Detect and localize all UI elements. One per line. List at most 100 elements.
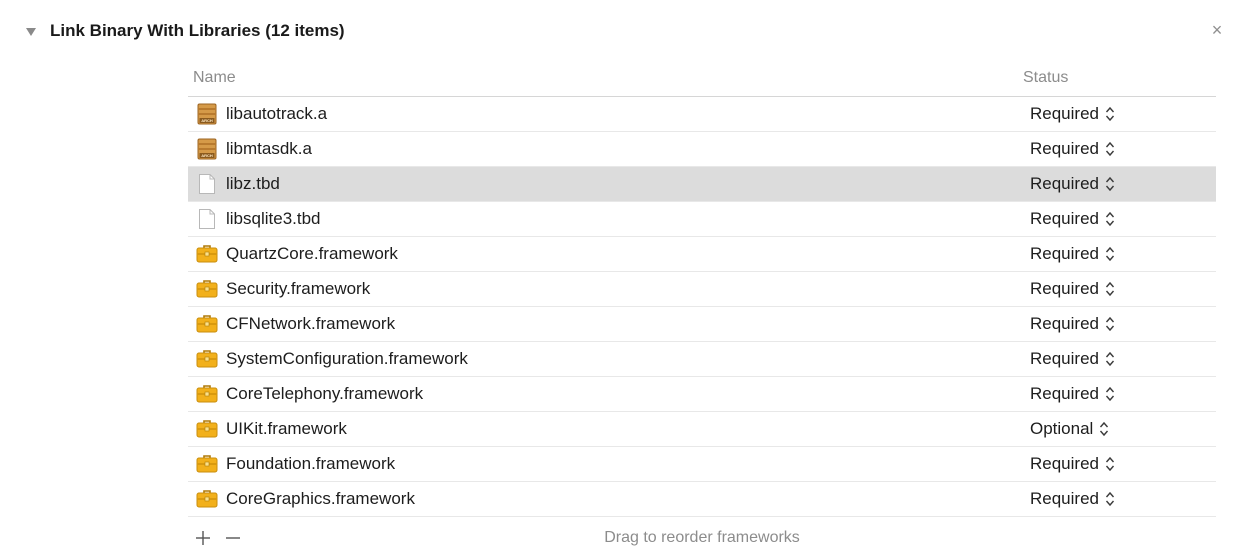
status-value: Required <box>1030 349 1099 368</box>
status-value: Required <box>1030 489 1099 508</box>
chevron-updown-icon <box>1105 105 1115 123</box>
status-value: Required <box>1030 279 1099 298</box>
chevron-updown-icon <box>1105 315 1115 333</box>
library-name: libmtasdk.a <box>226 139 312 158</box>
status-popup[interactable]: Required <box>1030 384 1216 404</box>
status-popup[interactable]: Required <box>1030 174 1216 194</box>
status-popup[interactable]: Required <box>1030 279 1216 299</box>
library-name: CFNetwork.framework <box>226 314 396 333</box>
status-value: Required <box>1030 314 1099 333</box>
svg-text:ARCH: ARCH <box>201 118 213 123</box>
document-icon <box>196 173 218 195</box>
status-value: Required <box>1030 174 1099 193</box>
chevron-updown-icon <box>1105 140 1115 158</box>
library-name-cell: Security.framework <box>188 278 1030 300</box>
disclosure-triangle-icon[interactable] <box>26 28 36 36</box>
library-name-cell: libz.tbd <box>188 173 1030 195</box>
status-popup[interactable]: Required <box>1030 104 1216 124</box>
status-value: Required <box>1030 139 1099 158</box>
table-header: Name Status <box>188 60 1216 97</box>
library-name: UIKit.framework <box>226 419 347 438</box>
remove-library-button[interactable] <box>218 523 248 553</box>
library-name-cell: CoreGraphics.framework <box>188 488 1030 510</box>
archive-library-icon: ARCH <box>196 138 218 160</box>
framework-toolbox-icon <box>196 453 218 475</box>
table-row[interactable]: ARCH libmtasdk.a Required <box>188 132 1216 167</box>
library-name: SystemConfiguration.framework <box>226 349 468 368</box>
status-value: Required <box>1030 209 1099 228</box>
status-popup[interactable]: Required <box>1030 314 1216 334</box>
status-value: Required <box>1030 244 1099 263</box>
library-name: libz.tbd <box>226 174 280 193</box>
add-library-button[interactable] <box>188 523 218 553</box>
status-value: Required <box>1030 104 1099 123</box>
framework-toolbox-icon <box>196 278 218 300</box>
chevron-updown-icon <box>1105 245 1115 263</box>
framework-toolbox-icon <box>196 418 218 440</box>
libraries-table: Name Status ARCH libautotrack.a Required AR… <box>188 60 1216 517</box>
library-name-cell: QuartzCore.framework <box>188 243 1030 265</box>
status-popup[interactable]: Required <box>1030 209 1216 229</box>
library-name-cell: CFNetwork.framework <box>188 313 1030 335</box>
minus-icon <box>226 537 240 539</box>
section-title: Link Binary With Libraries (12 items) <box>50 21 345 40</box>
library-name-cell: CoreTelephony.framework <box>188 383 1030 405</box>
table-row[interactable]: CoreTelephony.framework Required <box>188 377 1216 412</box>
library-name: QuartzCore.framework <box>226 244 398 263</box>
chevron-updown-icon <box>1105 455 1115 473</box>
library-name: libautotrack.a <box>226 104 328 123</box>
status-value: Optional <box>1030 419 1094 438</box>
status-value: Required <box>1030 454 1099 473</box>
table-row[interactable]: SystemConfiguration.framework Required <box>188 342 1216 377</box>
chevron-updown-icon <box>1105 490 1115 508</box>
table-body: ARCH libautotrack.a Required ARCH libmtasdk.… <box>188 97 1216 517</box>
table-row[interactable]: ARCH libautotrack.a Required <box>188 97 1216 132</box>
framework-toolbox-icon <box>196 243 218 265</box>
framework-toolbox-icon <box>196 348 218 370</box>
plus-icon <box>196 531 210 545</box>
status-value: Required <box>1030 384 1099 403</box>
library-name: Foundation.framework <box>226 454 396 473</box>
table-row[interactable]: CoreGraphics.framework Required <box>188 482 1216 517</box>
archive-library-icon: ARCH <box>196 103 218 125</box>
status-popup[interactable]: Required <box>1030 349 1216 369</box>
library-name-cell: SystemConfiguration.framework <box>188 348 1030 370</box>
chevron-updown-icon <box>1105 280 1115 298</box>
close-icon[interactable]: × <box>1210 20 1224 40</box>
framework-toolbox-icon <box>196 488 218 510</box>
chevron-updown-icon <box>1105 210 1115 228</box>
table-row[interactable]: QuartzCore.framework Required <box>188 237 1216 272</box>
table-row[interactable]: libsqlite3.tbd Required <box>188 202 1216 237</box>
reorder-hint: Drag to reorder frameworks <box>604 529 800 546</box>
table-row[interactable]: UIKit.framework Optional <box>188 412 1216 447</box>
table-row[interactable]: Security.framework Required <box>188 272 1216 307</box>
chevron-updown-icon <box>1105 350 1115 368</box>
status-popup[interactable]: Optional <box>1030 419 1216 439</box>
library-name: CoreTelephony.framework <box>226 384 424 403</box>
column-header-status[interactable]: Status <box>1023 69 1216 87</box>
table-row[interactable]: libz.tbd Required <box>188 167 1216 202</box>
status-popup[interactable]: Required <box>1030 454 1216 474</box>
table-row[interactable]: CFNetwork.framework Required <box>188 307 1216 342</box>
svg-text:ARCH: ARCH <box>201 153 213 158</box>
section-header: Link Binary With Libraries (12 items) <box>26 18 345 44</box>
framework-toolbox-icon <box>196 383 218 405</box>
library-name-cell: UIKit.framework <box>188 418 1030 440</box>
table-footer: Drag to reorder frameworks <box>188 520 1216 556</box>
table-row[interactable]: Foundation.framework Required <box>188 447 1216 482</box>
status-popup[interactable]: Required <box>1030 139 1216 159</box>
document-icon <box>196 208 218 230</box>
status-popup[interactable]: Required <box>1030 244 1216 264</box>
library-name-cell: Foundation.framework <box>188 453 1030 475</box>
framework-toolbox-icon <box>196 313 218 335</box>
library-name-cell: libsqlite3.tbd <box>188 208 1030 230</box>
library-name-cell: ARCH libmtasdk.a <box>188 138 1030 160</box>
chevron-updown-icon <box>1105 175 1115 193</box>
library-name-cell: ARCH libautotrack.a <box>188 103 1030 125</box>
chevron-updown-icon <box>1105 385 1115 403</box>
status-popup[interactable]: Required <box>1030 489 1216 509</box>
library-name: CoreGraphics.framework <box>226 489 415 508</box>
column-header-name[interactable]: Name <box>188 69 1023 87</box>
library-name: libsqlite3.tbd <box>226 209 321 228</box>
library-name: Security.framework <box>226 279 371 298</box>
